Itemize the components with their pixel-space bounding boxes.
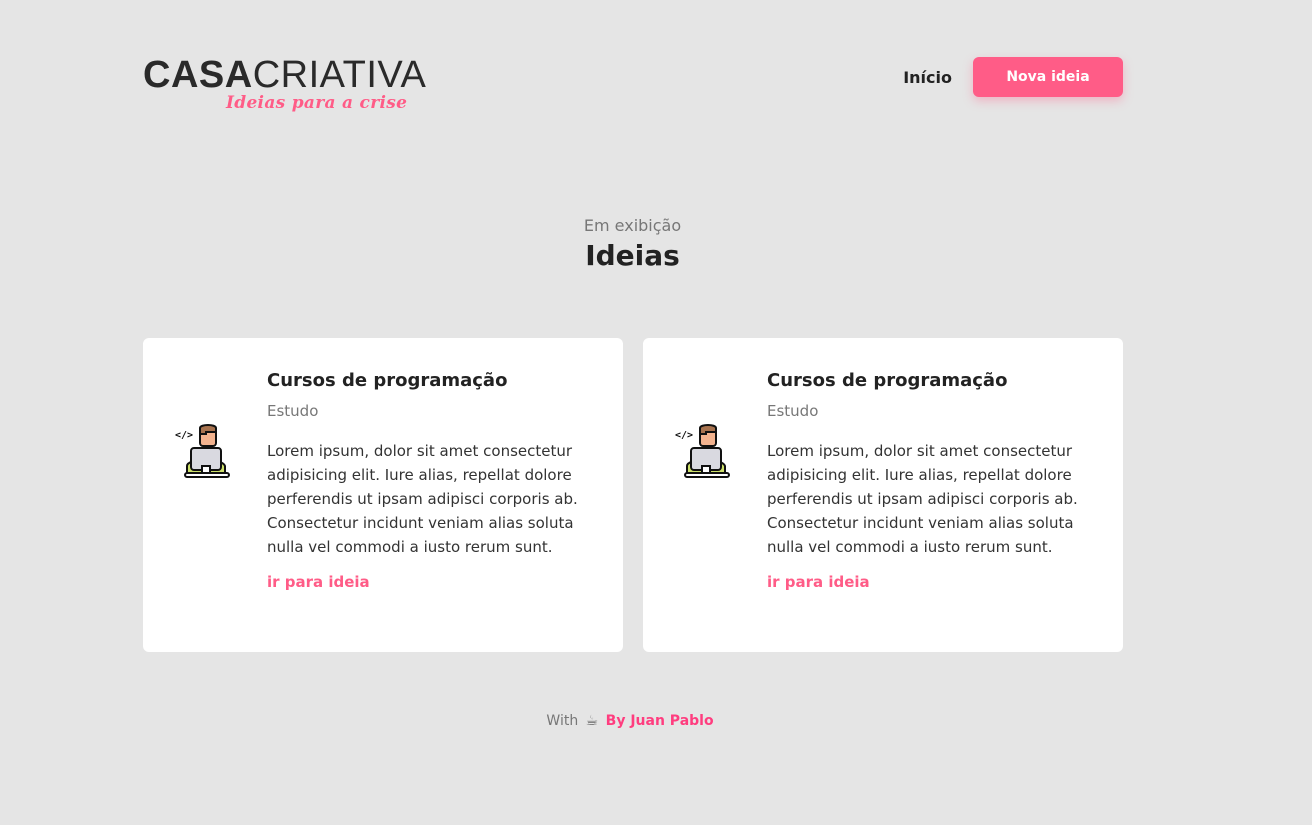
ideas-list: </> Cursos de programação Estudo Lorem i… [143, 338, 1123, 652]
ideas-section-header: Em exibição Ideias [0, 216, 1265, 272]
idea-category: Estudo [267, 402, 319, 420]
brand-name: CASACRIATIVA [143, 54, 426, 96]
programmer-icon: </> [673, 418, 737, 482]
idea-description: Lorem ipsum, dolor sit amet consectetur … [767, 442, 1078, 556]
main-nav: Início Nova ideia [903, 57, 1123, 97]
coffee-icon: ☕ [585, 713, 599, 729]
footer-with-text: With [546, 713, 579, 729]
brand-name-bold: CASA [143, 54, 253, 96]
idea-card: </> Cursos de programação Estudo Lorem i… [143, 338, 623, 652]
page-header: CASACRIATIVA Ideias para a crise Início … [143, 54, 1123, 120]
go-to-idea-link[interactable]: ir para ideia [267, 573, 370, 591]
idea-card-body: Cursos de programação Estudo Lorem ipsum… [267, 370, 587, 591]
brand-name-light: CRIATIVA [252, 54, 427, 96]
section-title: Ideias [585, 239, 680, 272]
section-subtitle: Em exibição [583, 216, 682, 235]
brand-tagline: Ideias para a crise [226, 93, 408, 113]
svg-text:</>: </> [175, 430, 193, 441]
idea-description: Lorem ipsum, dolor sit amet consectetur … [267, 442, 578, 556]
idea-title: Cursos de programação [267, 370, 508, 391]
idea-title: Cursos de programação [767, 370, 1008, 391]
new-idea-button[interactable]: Nova ideia [973, 57, 1123, 97]
idea-category: Estudo [767, 402, 819, 420]
idea-card: </> Cursos de programação Estudo Lorem i… [643, 338, 1123, 652]
brand-logo[interactable]: CASACRIATIVA Ideias para a crise [143, 54, 443, 120]
go-to-idea-link[interactable]: ir para ideia [767, 573, 870, 591]
programmer-icon: </> [173, 418, 237, 482]
svg-text:</>: </> [675, 430, 693, 441]
idea-card-body: Cursos de programação Estudo Lorem ipsum… [767, 370, 1087, 591]
author-link[interactable]: By Juan Pablo [606, 713, 714, 729]
nav-home-link[interactable]: Início [903, 68, 952, 87]
page-footer: With ☕ By Juan Pablo [0, 713, 1260, 729]
